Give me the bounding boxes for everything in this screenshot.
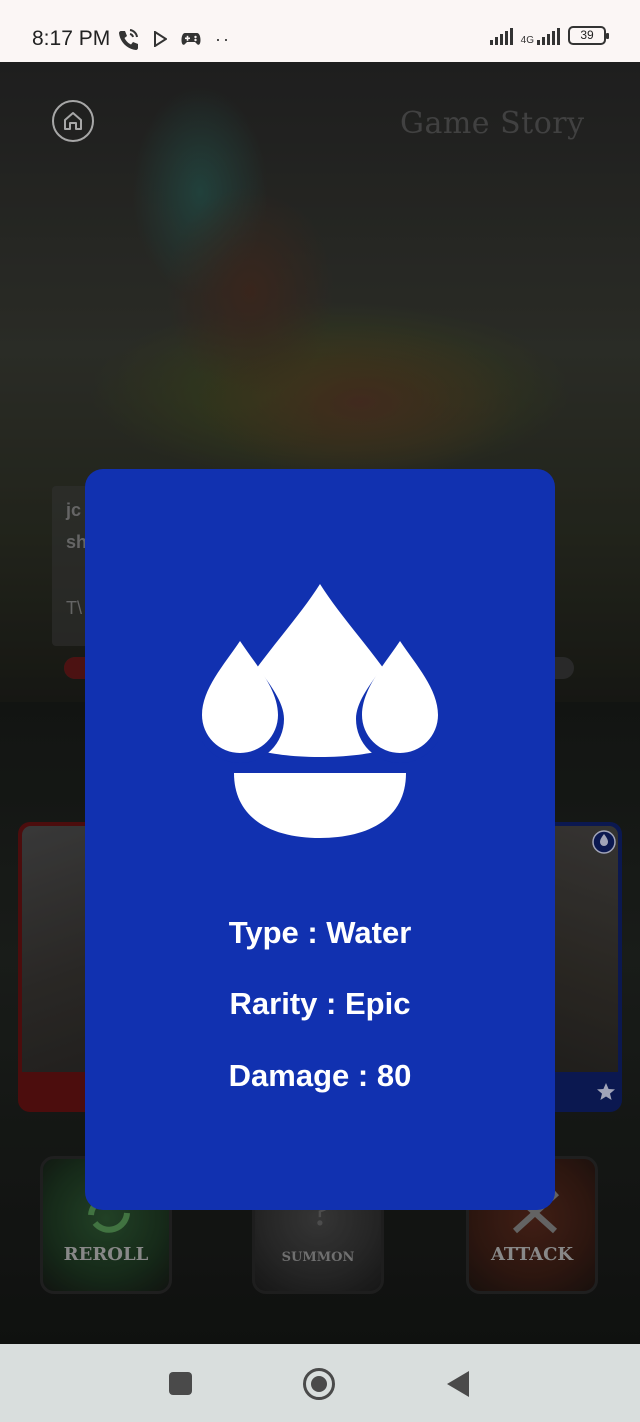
water-drops-icon	[202, 584, 438, 838]
network-type-label: 4G	[520, 34, 534, 46]
element-rarity-text: Rarity : Epic	[229, 986, 411, 1021]
status-system-icons: 4G 39	[489, 26, 609, 45]
status-notification-icons: ··	[117, 28, 231, 50]
element-info-card[interactable]: Type : Water Rarity : Epic Damage : 80	[85, 469, 555, 1210]
status-bar: 8:17 PM ·· 4G 39	[0, 0, 640, 62]
battery-icon: 39	[568, 26, 609, 45]
play-icon	[154, 31, 167, 47]
status-time: 8:17 PM	[32, 27, 111, 50]
back-triangle-icon[interactable]	[447, 1371, 469, 1397]
signal-4g-icon: 4G	[521, 27, 560, 45]
signal-icon	[489, 27, 513, 45]
circle-home-icon[interactable]	[303, 1368, 335, 1400]
element-type-text: Type : Water	[228, 915, 412, 950]
square-icon[interactable]	[169, 1372, 192, 1395]
wifi-call-icon	[119, 29, 138, 50]
gamepad-icon	[181, 33, 201, 45]
more-dots-icon: ··	[215, 28, 231, 49]
system-nav-bar	[0, 1344, 640, 1422]
element-damage-text: Damage : 80	[228, 1058, 412, 1093]
